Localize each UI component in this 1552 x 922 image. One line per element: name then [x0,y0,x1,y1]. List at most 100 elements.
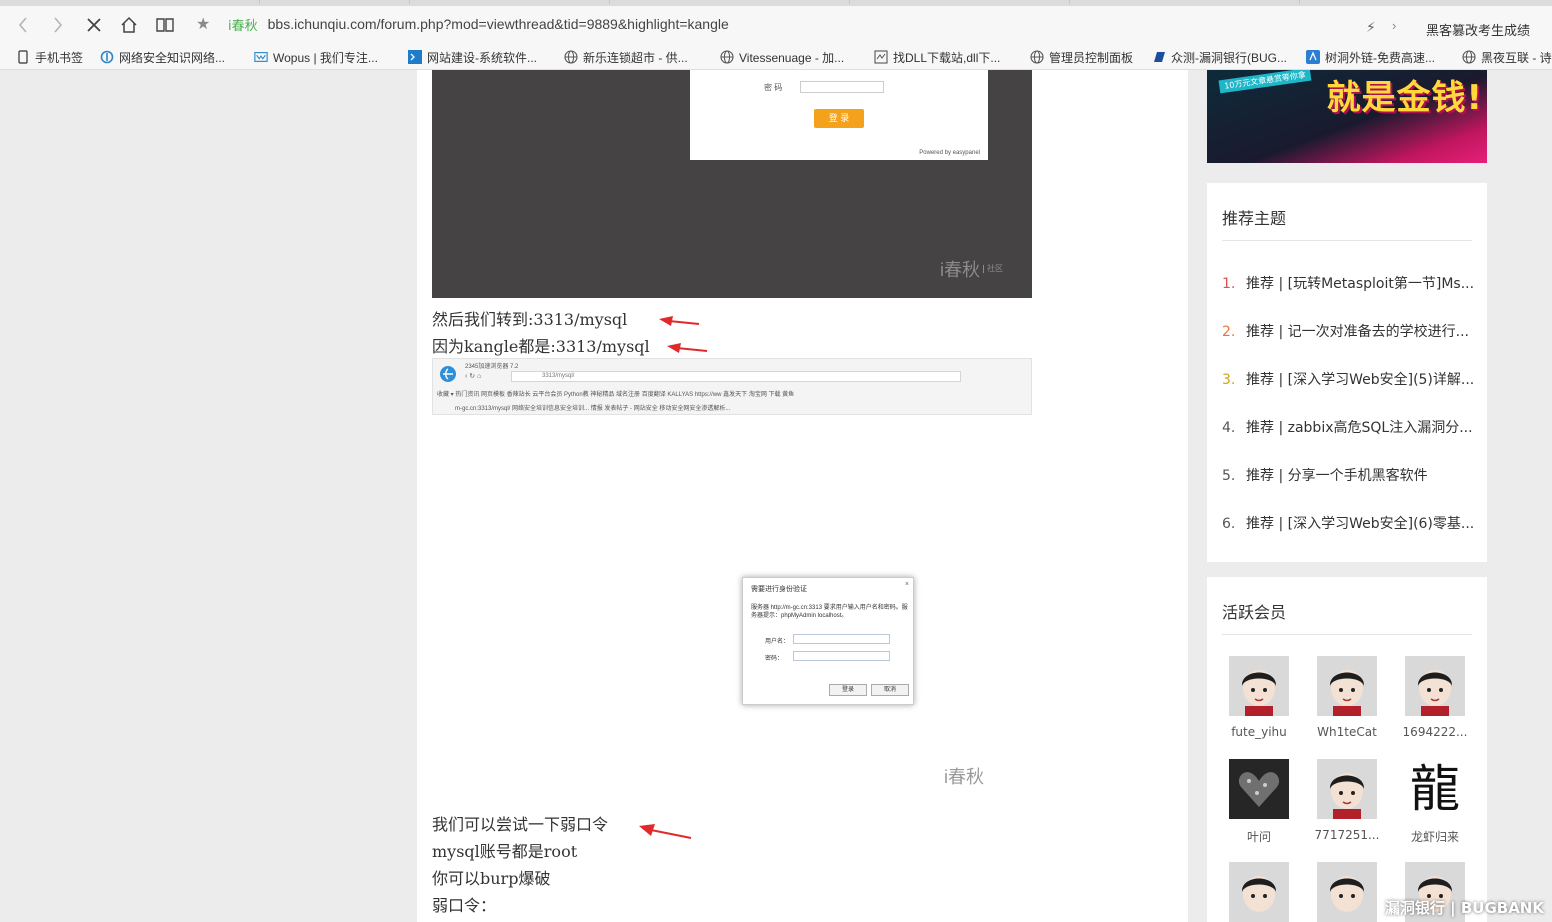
browser-screenshot-body: 需要进行身份验证 × 服务器 http://m-gc.cn:3313 要求用户输… [432,415,1032,800]
bookmark-item[interactable]: 网站建设-系统软件... [408,48,537,66]
ad-banner[interactable]: 10万元文章悬赏等你拿 就是金钱! [1207,70,1487,163]
forward-icon[interactable] [47,14,69,36]
bookmark-item[interactable]: Wopus | 我们专注... [254,48,378,66]
lightning-icon[interactable]: ⚡ [1366,19,1376,36]
member-item[interactable]: 叶问 [1219,759,1299,845]
recommended-topic-link[interactable]: 2. 推荐 | 记一次对准备去的学校进行... [1222,321,1477,341]
bookmark-item[interactable]: 众测-漏洞银行(BUG... [1152,48,1287,66]
bookmark-item[interactable]: 新乐连锁超市 - 供... [564,48,688,66]
member-name: 7717251... [1314,828,1380,842]
address-field: 3313/mysql/ [511,371,961,382]
avatar [1229,759,1289,819]
bugbank-icon [1152,50,1166,64]
bookmark-item[interactable]: 手机书签 [16,48,83,66]
browser-tab[interactable] [110,0,260,4]
ichunqiu-watermark: i春秋 社区 [940,256,1003,282]
card-title: 活跃会员 [1222,603,1287,622]
cancel-button: 取消 [871,684,909,696]
bookmark-item[interactable]: 树洞外链-免费高速... [1306,48,1435,66]
active-members-card: 活跃会员 fute_yihu Wh1teCat 1694222... 叶问 77… [1207,577,1487,922]
bookmark-label: 网络安全知识网络... [119,50,226,65]
globe-icon [1030,50,1044,64]
terminal-icon [408,50,422,64]
card-title: 推荐主题 [1222,209,1287,228]
recommended-topic-link[interactable]: 3. 推荐 | [深入学习Web安全](5)详解... [1222,369,1477,389]
recommended-topic-link[interactable]: 6. 推荐 | [深入学习Web安全](6)零基... [1222,513,1477,533]
password-field [793,651,890,661]
browser-logo-icon [440,366,456,382]
topic-number: 3. [1222,372,1236,388]
nav-icons: ‹ ↻ ⌂ [465,373,482,380]
member-item[interactable]: Wh1teCat [1307,656,1387,739]
password-label: 密码： [765,656,784,662]
member-item[interactable]: fute_yihu [1219,656,1299,739]
reading-view-icon[interactable] [154,14,176,36]
member-item[interactable] [1219,862,1299,922]
bookmark-item[interactable]: 找DLL下载站,dll下... [874,48,1000,66]
phone-icon [16,50,30,64]
sidebar: 10万元文章悬赏等你拿 就是金钱! 推荐主题 1. 推荐 | [玩转Metaspl… [1188,70,1552,922]
bookmark-item[interactable]: 网络安全知识网络... [100,48,225,66]
login-screenshot: 密 码 登 录 Powered by easypanel i春秋 社区 [432,70,1032,298]
bookmark-label: 管理员控制面板 [1049,50,1134,65]
member-item[interactable]: 龍 龙虾归来 [1395,759,1475,845]
member-item[interactable]: 1694222... [1395,656,1475,739]
member-name: 1694222... [1402,725,1468,739]
recommended-topic-link[interactable]: 5. 推荐 | 分享一个手机黑客软件 [1222,465,1477,485]
browser-tab[interactable] [700,0,850,4]
post-line: mysql账号都是root [432,842,578,861]
shudong-icon [1306,50,1320,64]
bookmark-label: Wopus | 我们专注... [273,50,378,65]
search-box[interactable]: 黑客篡改考生成绩 [1426,20,1530,39]
password-field [800,81,884,93]
recommended-topic-link[interactable]: 4. 推荐 | zabbix高危SQL注入漏洞分... [1222,417,1477,437]
star-icon[interactable]: ★ [196,14,218,34]
avatar [1229,656,1289,716]
powered-by-text: Powered by easypanel [919,150,980,156]
member-item[interactable] [1307,862,1387,922]
url-field[interactable]: ★ i春秋 bbs.ichunqiu.com/forum.php?mod=vie… [196,10,1406,38]
bookmark-item[interactable]: 管理员控制面板 [1030,48,1133,66]
topic-number: 2. [1222,324,1236,340]
auth-dialog: 需要进行身份验证 × 服务器 http://m-gc.cn:3313 要求用户输… [742,577,914,705]
address-bar: ★ i春秋 bbs.ichunqiu.com/forum.php?mod=vie… [0,6,1552,42]
bookmark-item[interactable]: 黑夜互联 - 诗 [1462,48,1552,66]
avatar [1317,862,1377,922]
divider [1222,634,1472,635]
topic-number: 5. [1222,468,1236,484]
member-item[interactable]: 7717251... [1307,759,1387,842]
home-icon[interactable] [118,14,140,36]
topic-title: 推荐 | [深入学习Web安全](5)详解... [1246,372,1475,388]
login-button: 登 录 [814,109,864,128]
back-icon[interactable] [12,14,34,36]
globe-icon [564,50,578,64]
bookmark-label: Vitessenuage - 加... [739,50,845,65]
member-name: 龙虾归来 [1410,830,1459,844]
topic-title: 推荐 | 记一次对准备去的学校进行... [1246,324,1469,340]
post-line: 因为kangle都是:3313/mysql [432,337,650,356]
close-icon: × [904,581,909,588]
red-arrow-icon [667,343,708,353]
chevron-right-icon[interactable]: › [1392,18,1396,33]
topic-title: 推荐 | [玩转Metasploit第一节]Ms... [1246,276,1475,292]
browser-tab[interactable] [260,0,410,4]
stop-icon[interactable] [83,14,105,36]
tabs-row: m-gc.cn:3313/mysql/ 网络安全培训信息安全培训... 情报 发… [455,406,731,412]
avatar [1229,862,1289,922]
member-name: Wh1teCat [1317,725,1377,739]
login-button: 登录 [829,684,867,696]
browser-tab[interactable] [1150,0,1300,4]
url-text[interactable]: bbs.ichunqiu.com/forum.php?mod=viewthrea… [268,16,729,32]
bookmarks-bar: 手机书签 网络安全知识网络... Wopus | 我们专注... 网站建设-系统… [0,42,1552,70]
watermark-text: i春秋 [944,767,984,787]
bookmark-item[interactable]: Vitessenuage - 加... [720,48,844,66]
page-left-gutter [0,70,417,922]
post-line: 你可以burp爆破 [432,869,551,888]
post-content: 密 码 登 录 Powered by easypanel i春秋 社区 然后我们… [417,70,1188,922]
post-line: 弱口令： [432,896,497,915]
browser-tab[interactable] [460,0,610,4]
bookmark-label: 众测-漏洞银行(BUG... [1171,50,1287,65]
dll-icon [874,50,888,64]
recommended-topic-link[interactable]: 1. 推荐 | [玩转Metasploit第一节]Ms... [1222,273,1477,293]
browser-tab[interactable] [920,0,1070,4]
